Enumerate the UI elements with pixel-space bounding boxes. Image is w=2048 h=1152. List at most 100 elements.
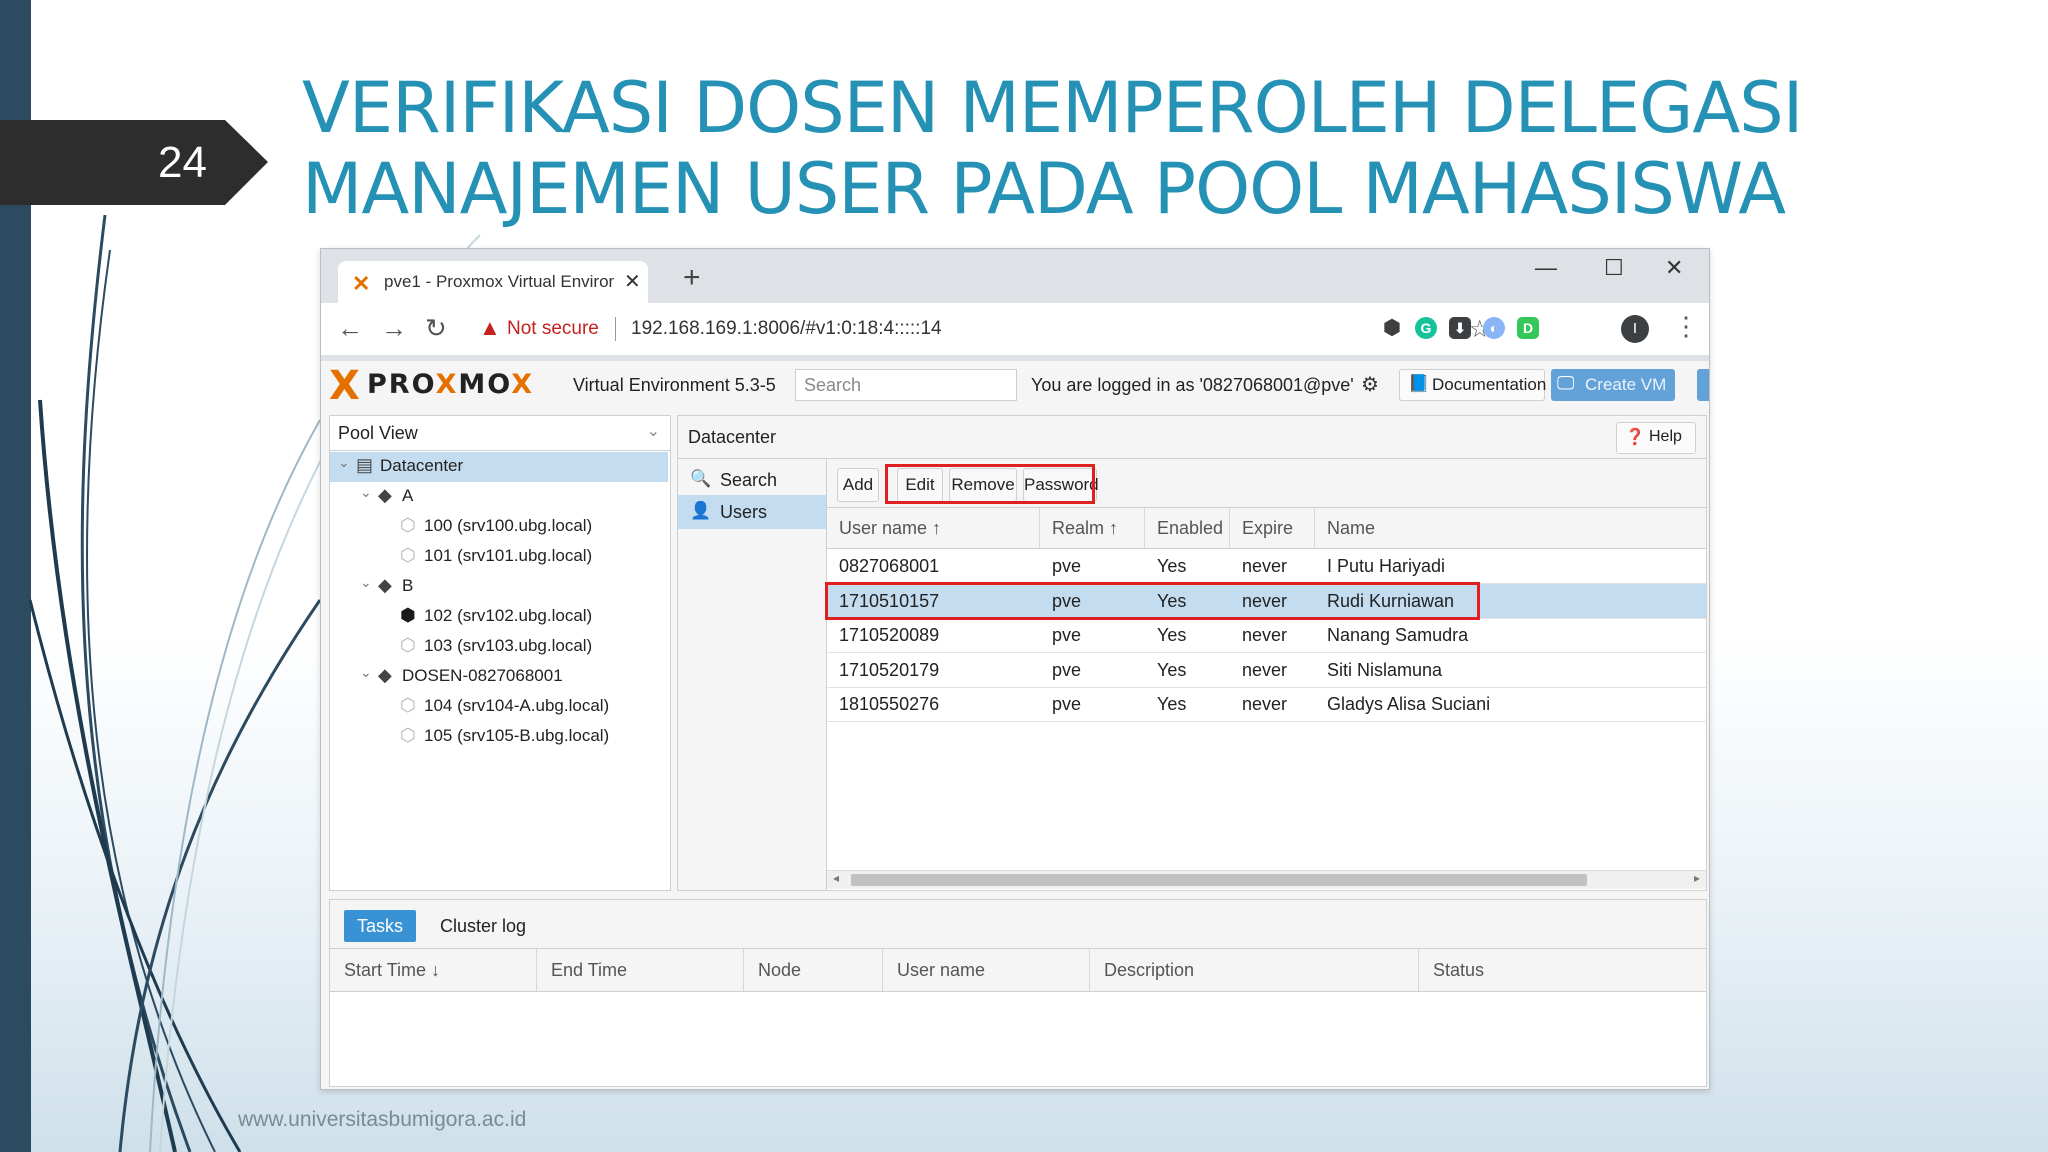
url-text[interactable]: 192.168.169.1:8006/#v1:0:18:4:::::14 xyxy=(631,318,942,340)
monitor-icon: 🖵 xyxy=(1557,373,1575,393)
cell-expire: never xyxy=(1242,625,1288,645)
vm-icon: ⬡ xyxy=(400,725,416,745)
tree-node[interactable]: ⌄ ◆ DOSEN-0827068001 xyxy=(330,662,668,692)
documentation-label: Documentation xyxy=(1432,375,1547,394)
tab-close-icon[interactable]: ✕ xyxy=(624,269,641,294)
cell-name: I Putu Hariyadi xyxy=(1327,556,1446,576)
column-expire[interactable]: Expire xyxy=(1230,508,1315,548)
column-start-time[interactable]: Start Time ↓ xyxy=(330,949,537,991)
help-button[interactable]: ❓ Help xyxy=(1616,422,1696,454)
column-node[interactable]: Node xyxy=(744,949,883,991)
search-icon: 🔍 xyxy=(690,469,712,488)
add-button[interactable]: Add xyxy=(837,468,879,502)
table-row[interactable]: 1710520179 pve Yes never Siti Nislamuna xyxy=(827,653,1706,688)
close-window-button[interactable]: ✕ xyxy=(1665,255,1683,281)
tree-node[interactable]: ⬢ 102 (srv102.ubg.local) xyxy=(330,602,668,632)
column-username[interactable]: User name ↑ xyxy=(827,508,1040,548)
forward-icon[interactable]: → xyxy=(381,313,407,344)
tree-node-label: Datacenter xyxy=(380,456,464,475)
users-toolbar: Add Edit Remove Password xyxy=(827,459,1706,508)
cube-extension-icon[interactable]: ⬢ xyxy=(1381,317,1403,339)
cell-name: Gladys Alisa Suciani xyxy=(1327,694,1491,714)
tree-toggle-icon[interactable]: ⌄ xyxy=(338,454,350,471)
tree-node[interactable]: ⬡ 105 (srv105-B.ubg.local) xyxy=(330,722,668,752)
tree-node[interactable]: ⬡ 103 (srv103.ubg.local) xyxy=(330,632,668,662)
slide-title: VERIFIKASI DOSEN MEMPEROLEH DELEGASI MAN… xyxy=(302,67,1803,230)
horizontal-scrollbar[interactable]: ◂ ▸ xyxy=(827,870,1706,889)
table-row[interactable]: 1710520089 pve Yes never Nanang Samudra xyxy=(827,618,1706,653)
cell-username: 0827068001 xyxy=(839,556,940,576)
nav-item-label: Search xyxy=(720,470,778,490)
column-enabled[interactable]: Enabled xyxy=(1145,508,1230,548)
nav-item-users[interactable]: 👤 Users xyxy=(678,495,826,529)
tree-toggle-icon[interactable]: ⌄ xyxy=(360,664,372,681)
slide-number-tag xyxy=(0,120,268,205)
profile-avatar[interactable]: I xyxy=(1621,315,1649,343)
proxmox-logo-x: X xyxy=(329,363,360,409)
tree-node[interactable]: ⌄ ◆ B xyxy=(330,572,668,602)
tree-node[interactable]: ⬡ 100 (srv100.ubg.local) xyxy=(330,512,668,542)
cell-realm: pve xyxy=(1052,659,1082,680)
nav-item-search[interactable]: 🔍 Search xyxy=(678,463,826,497)
documentation-button[interactable]: 📘 Documentation xyxy=(1399,369,1547,401)
slide-title-line-2: MANAJEMEN USER PADA POOL MAHASISWA xyxy=(302,148,1786,230)
grammarly-extension-icon[interactable]: G xyxy=(1415,317,1437,339)
scroll-left-icon[interactable]: ◂ xyxy=(833,871,839,885)
scrollbar-thumb[interactable] xyxy=(851,874,1587,886)
tree-node[interactable]: ⬡ 104 (srv104-A.ubg.local) xyxy=(330,692,668,722)
scroll-right-icon[interactable]: ▸ xyxy=(1694,871,1700,885)
browser-menu-icon[interactable]: ⋮ xyxy=(1673,311,1699,342)
not-secure-label[interactable]: Not secure xyxy=(507,318,599,340)
tree-node[interactable]: ⌄ ▤ Datacenter xyxy=(330,452,668,482)
task-log-panel: Tasks Cluster log Start Time ↓ End Time … xyxy=(329,899,1707,1087)
cell-realm: pve xyxy=(1052,556,1082,576)
browser-tab[interactable]: ✕ pve1 - Proxmox Virtual Environm ✕ xyxy=(338,261,648,303)
new-tab-button[interactable]: + xyxy=(683,261,701,295)
warning-icon: ▲ xyxy=(479,315,501,340)
back-icon[interactable]: ← xyxy=(337,313,363,344)
search-placeholder: Search xyxy=(804,375,862,395)
tree-node[interactable]: ⬡ 101 (srv101.ubg.local) xyxy=(330,542,668,572)
proxmox-search-input[interactable]: Search xyxy=(795,369,1017,401)
cell-enabled: Yes xyxy=(1157,625,1187,645)
column-realm[interactable]: Realm ↑ xyxy=(1040,508,1145,548)
vm-icon: ⬡ xyxy=(400,515,416,535)
download-extension-icon[interactable]: ⬇ xyxy=(1449,317,1471,339)
users-grid-header: User name ↑ Realm ↑ Enabled Expire Name xyxy=(827,508,1706,549)
d-extension-icon[interactable]: D xyxy=(1517,317,1539,339)
vm-icon: ⬡ xyxy=(400,695,416,715)
tree-node[interactable]: ⌄ ◆ A xyxy=(330,482,668,512)
slide-title-line-1: VERIFIKASI DOSEN MEMPEROLEH DELEGASI xyxy=(302,67,1803,149)
reload-icon[interactable]: ↻ xyxy=(425,313,447,344)
gear-icon[interactable]: ⚙ xyxy=(1361,372,1379,397)
tab-tasks[interactable]: Tasks xyxy=(344,910,416,942)
create-ct-button-partial[interactable] xyxy=(1697,369,1709,401)
tree-node-label: 104 (srv104-A.ubg.local) xyxy=(424,696,610,715)
tag-icon: ◆ xyxy=(378,485,392,505)
view-selector[interactable]: Pool View ⌄ xyxy=(330,416,670,451)
tree-node-label: B xyxy=(402,576,414,595)
tree-toggle-icon[interactable]: ⌄ xyxy=(360,484,372,501)
bottom-tabs: Tasks Cluster log xyxy=(330,900,1706,949)
cell-enabled: Yes xyxy=(1157,694,1187,714)
table-row[interactable]: 1810550276 pve Yes never Gladys Alisa Sucian… xyxy=(827,687,1706,722)
highlight-box-buttons xyxy=(885,464,1095,504)
table-row[interactable]: 0827068001 pve Yes never I Putu Hariyadi xyxy=(827,549,1706,584)
column-end-time[interactable]: End Time xyxy=(537,949,744,991)
column-description[interactable]: Description xyxy=(1090,949,1419,991)
column-user-name[interactable]: User name xyxy=(883,949,1090,991)
column-name[interactable]: Name xyxy=(1315,508,1705,548)
create-vm-button[interactable]: 🖵 Create VM xyxy=(1551,369,1675,401)
proxmox-app: X PROXMOX Virtual Environment 5.3-5 Sear… xyxy=(321,361,1709,1089)
cell-expire: never xyxy=(1242,659,1288,680)
tree-toggle-icon[interactable]: ⌄ xyxy=(360,574,372,591)
minimize-button[interactable]: — xyxy=(1535,255,1557,281)
tab-cluster-log[interactable]: Cluster log xyxy=(440,916,526,937)
proxmox-favicon-icon: ✕ xyxy=(352,271,371,296)
slide-footer-url: www.universitasbumigora.ac.id xyxy=(238,1108,527,1131)
content-title: Datacenter xyxy=(688,427,777,447)
omnibox[interactable]: ▲ Not secure 192.168.169.1:8006/#v1:0:18… xyxy=(469,311,1491,347)
maximize-button[interactable]: ☐ xyxy=(1604,255,1624,281)
circle-extension-icon[interactable]: ◐ xyxy=(1483,317,1505,339)
column-status[interactable]: Status xyxy=(1419,949,1706,991)
